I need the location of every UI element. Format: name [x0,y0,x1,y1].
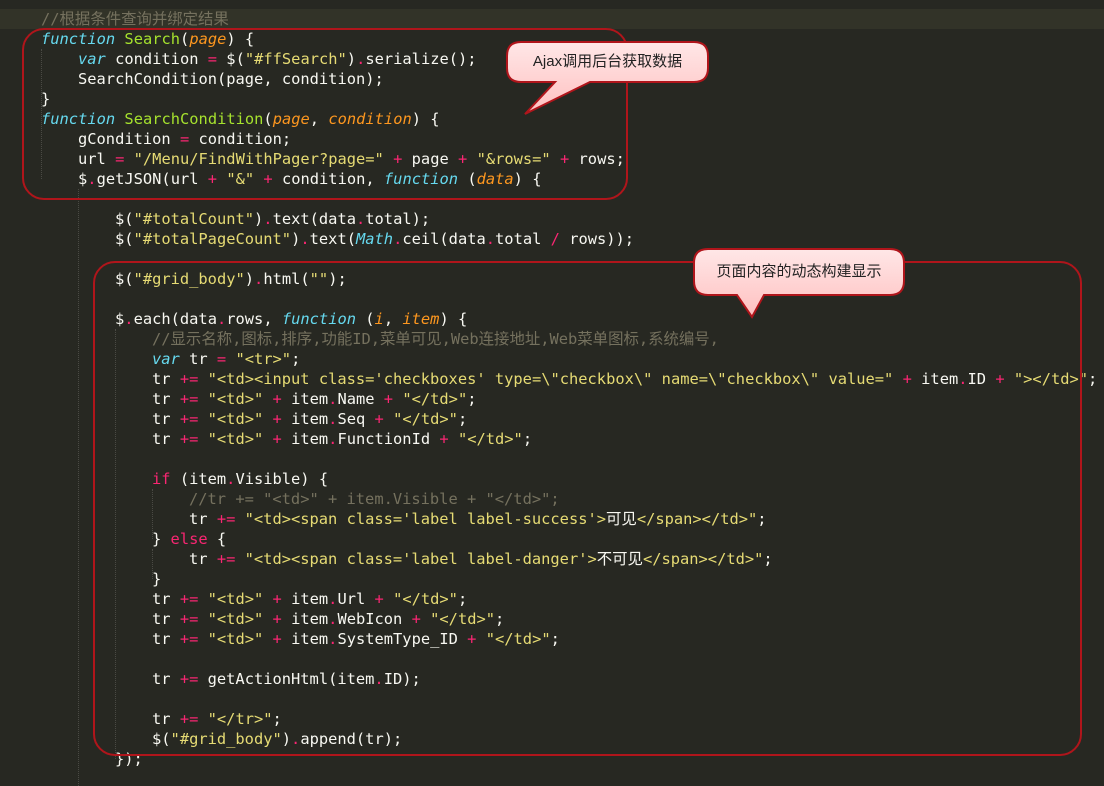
code-token: rows)); [559,230,635,248]
code-token: "#totalCount" [133,210,255,228]
code-token: . [263,210,273,228]
code-token: ceil(data [402,230,486,248]
code-token: . [355,210,366,228]
code-token: ) [254,210,264,228]
code-token: total); [365,210,431,228]
code-token: ; [1088,370,1098,388]
code-token: total [495,230,551,248]
code-line: //根据条件查询并绑定结果 [41,9,229,29]
ajax-callout: Ajax调用后台获取数据 [505,40,710,116]
code-token: / [550,230,560,248]
code-token: "#totalPageCount" [133,230,292,248]
render-callout-bubble [693,248,905,319]
code-token: . [300,230,310,248]
code-token: ) [291,230,301,248]
code-token: . [393,230,403,248]
code-token: . [485,230,496,248]
render-section-highlight-box [93,261,1082,756]
code-token: text(data [272,210,356,228]
code-line: $("#totalCount").text(data.total); [115,209,430,229]
code-token: Math [355,230,394,248]
render-callout: 页面内容的动态构建显示 [692,247,906,319]
code-token: //根据条件查询并绑定结果 [41,10,229,28]
code-token: $( [115,230,134,248]
ajax-callout-text: Ajax调用后台获取数据 [532,53,683,70]
code-token: text( [309,230,356,248]
code-line: $("#totalPageCount").text(Math.ceil(data… [115,229,634,249]
code-token: $( [115,210,134,228]
indent-guide [78,189,79,786]
render-callout-text: 页面内容的动态构建显示 [716,263,882,280]
